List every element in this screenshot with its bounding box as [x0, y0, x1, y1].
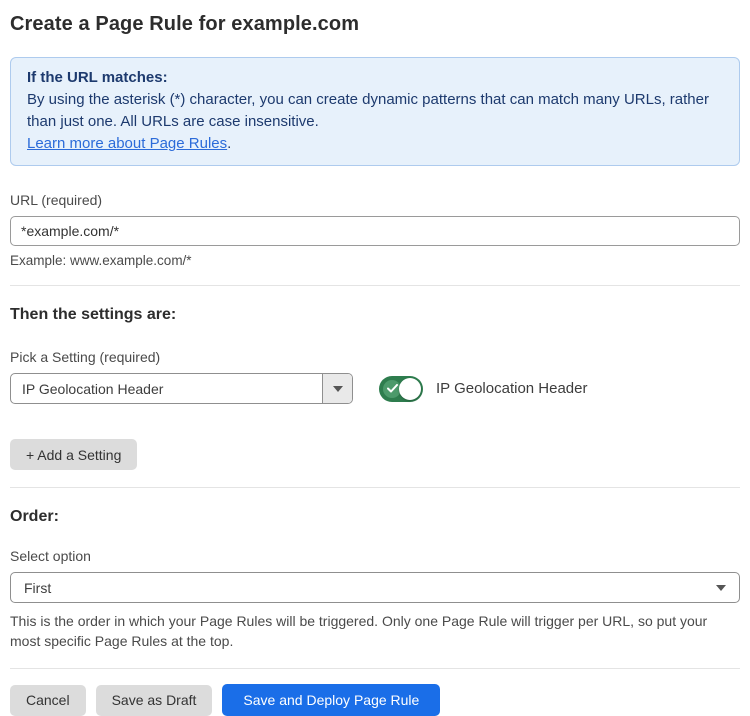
divider	[10, 668, 740, 669]
url-match-info-box: If the URL matches: By using the asteris…	[10, 57, 740, 166]
setting-select-arrow-button[interactable]	[322, 374, 352, 403]
url-example-helper: Example: www.example.com/*	[10, 253, 740, 268]
save-draft-button[interactable]: Save as Draft	[96, 685, 213, 716]
cancel-button[interactable]: Cancel	[10, 685, 86, 716]
info-box-heading: If the URL matches:	[27, 67, 723, 89]
footer-actions: Cancel Save as Draft Save and Deploy Pag…	[10, 684, 740, 716]
order-select-label: Select option	[10, 548, 740, 564]
settings-heading: Then the settings are:	[10, 306, 740, 324]
info-box-body: By using the asterisk (*) character, you…	[27, 89, 723, 133]
page-title: Create a Page Rule for example.com	[10, 13, 740, 36]
ip-geolocation-toggle[interactable]	[379, 376, 423, 402]
order-heading: Order:	[10, 508, 740, 526]
info-box-link-line: Learn more about Page Rules.	[27, 133, 723, 155]
toggle-knob	[399, 378, 421, 400]
url-section: URL (required) Example: www.example.com/…	[10, 192, 740, 268]
learn-more-link[interactable]: Learn more about Page Rules	[27, 135, 227, 152]
add-setting-button[interactable]: + Add a Setting	[10, 439, 137, 470]
link-suffix: .	[227, 135, 231, 152]
order-select-value: First	[24, 580, 51, 596]
order-select[interactable]: First	[10, 572, 740, 603]
setting-select-value: IP Geolocation Header	[11, 374, 322, 403]
caret-down-icon	[716, 585, 726, 591]
order-helper-text: This is the order in which your Page Rul…	[10, 611, 740, 651]
toggle-label: IP Geolocation Header	[436, 380, 588, 397]
save-deploy-button[interactable]: Save and Deploy Page Rule	[222, 684, 440, 716]
url-field-label: URL (required)	[10, 192, 740, 208]
divider	[10, 285, 740, 286]
url-input[interactable]	[10, 216, 740, 246]
caret-down-icon	[333, 386, 343, 392]
setting-picker-label: Pick a Setting (required)	[10, 349, 740, 365]
setting-row: IP Geolocation Header IP Geolocation Hea…	[10, 373, 740, 404]
setting-select[interactable]: IP Geolocation Header	[10, 373, 353, 404]
divider	[10, 487, 740, 488]
